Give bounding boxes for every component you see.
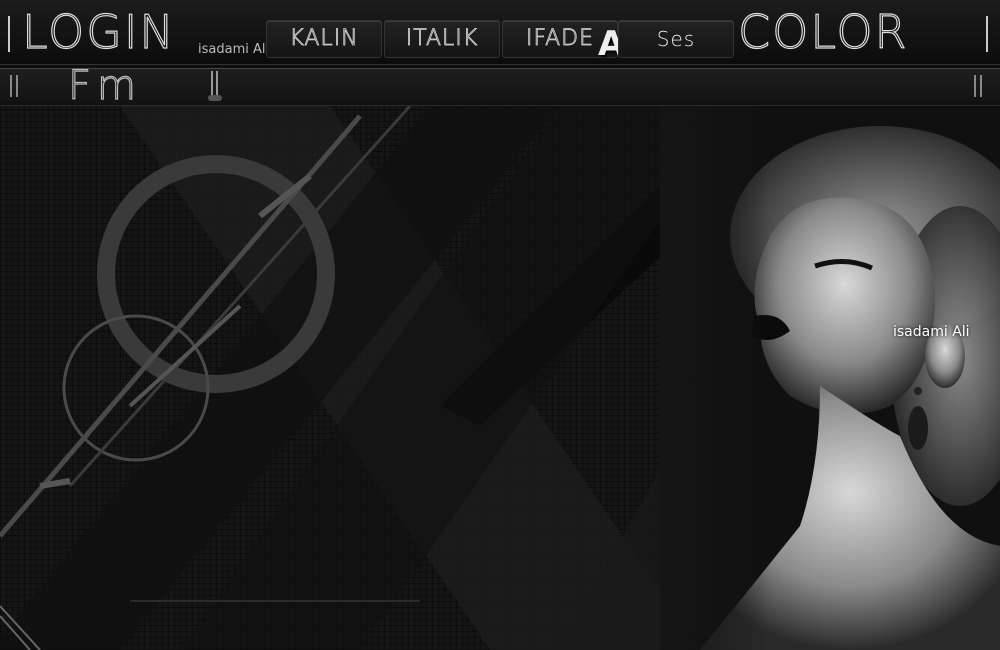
background-graphic [0, 106, 1000, 650]
top-toolbar: LOGIN isadami Ali KALIN ITALIK IFADE A S… [0, 0, 1000, 65]
bold-button[interactable]: KALIN [266, 20, 382, 58]
signature-text: isadami Ali [198, 42, 270, 57]
right-edge-bar [986, 16, 988, 52]
left-handle-icon-2 [16, 75, 18, 97]
volume-slider-icon-2 [216, 71, 218, 95]
login-button[interactable]: LOGIN [21, 4, 176, 60]
radio-bar [0, 68, 1000, 106]
volume-slider-icon[interactable] [211, 71, 213, 95]
italic-label: ITALIK [405, 26, 479, 52]
radio-fm-label[interactable]: Fm [67, 63, 142, 108]
left-handle-icon[interactable] [10, 75, 12, 97]
emote-label: IFADE [525, 26, 594, 52]
left-edge-bar [8, 16, 10, 52]
color-button[interactable]: COLOR [737, 4, 908, 60]
right-handle-icon[interactable] [974, 75, 976, 97]
bold-label: KALIN [289, 26, 359, 52]
portrait-signature: isadami Ali [893, 324, 970, 340]
main-stage: isadami Ali [0, 106, 1000, 650]
sound-button[interactable]: Ses [618, 20, 734, 58]
italic-button[interactable]: ITALIK [384, 20, 500, 58]
speaker-icon[interactable] [208, 95, 222, 101]
sound-label: Ses [656, 27, 696, 51]
right-handle-icon-2 [980, 75, 982, 97]
